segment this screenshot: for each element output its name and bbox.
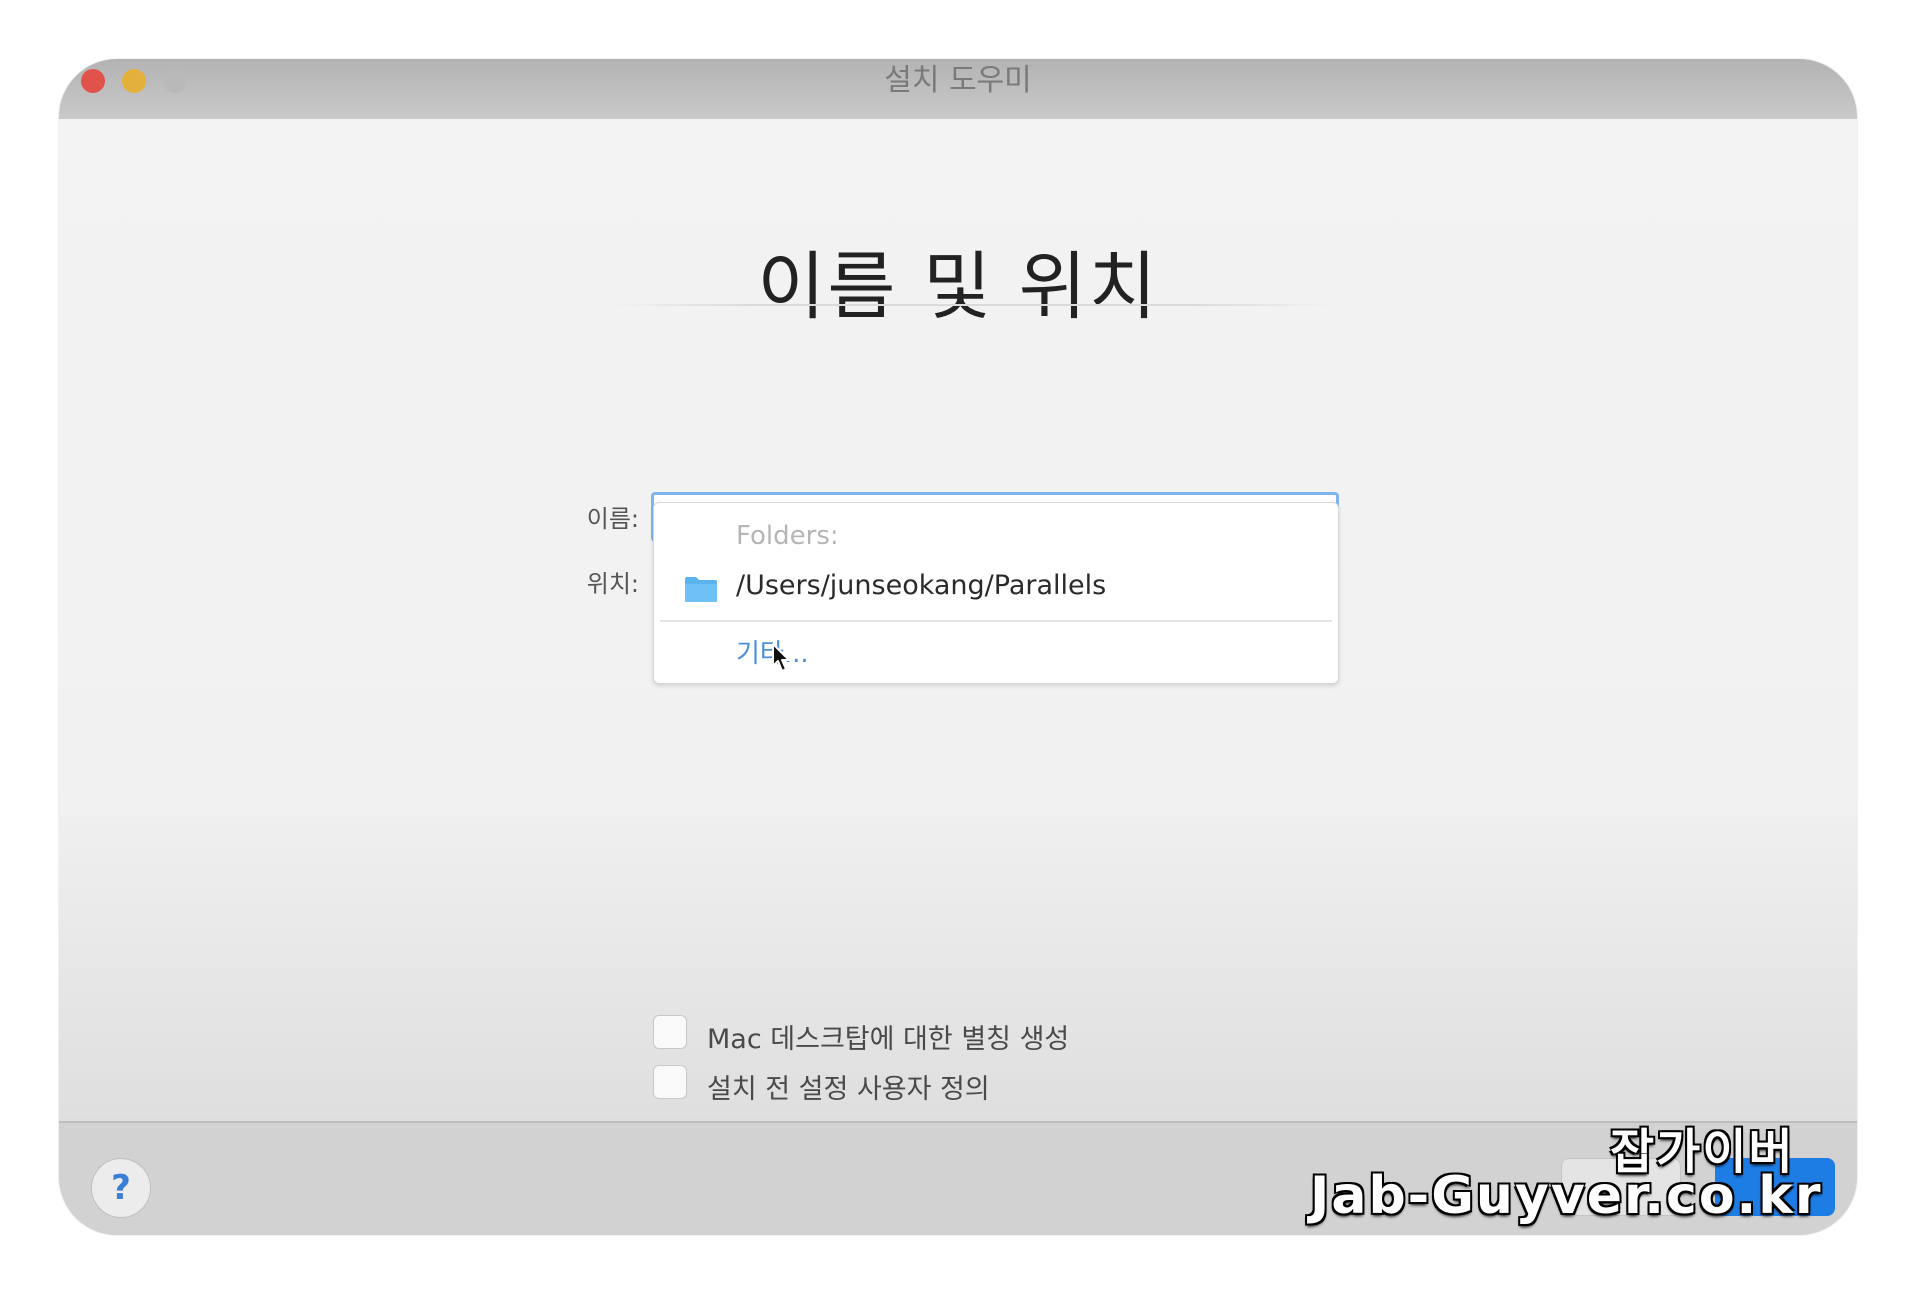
folder-option-label: /Users/junseokang/Parallels — [736, 570, 1107, 601]
watermark-url: Jab-Guyver.co.kr — [1310, 1166, 1823, 1226]
folders-header: Folders: — [736, 521, 839, 551]
title-divider — [607, 304, 1337, 306]
page-title: 이름 및 위치 — [757, 244, 1159, 330]
customize-settings-checkbox[interactable] — [653, 1065, 687, 1099]
title-bar[interactable]: 설치 도우미 — [59, 59, 1857, 119]
installer-window: 설치 도우미 이름 및 위치 이름: 위치: Folders: /Users/j… — [59, 59, 1857, 1235]
mouse-pointer-icon — [772, 643, 790, 672]
folder-option-parallels[interactable]: /Users/junseokang/Parallels — [662, 563, 1322, 609]
name-label: 이름: — [586, 505, 639, 533]
customize-settings-label[interactable]: 설치 전 설정 사용자 정의 — [707, 1067, 990, 1106]
location-label: 위치: — [586, 570, 639, 598]
dropdown-separator — [660, 620, 1332, 622]
create-alias-checkbox[interactable] — [653, 1015, 687, 1049]
help-button[interactable]: ? — [91, 1158, 151, 1218]
location-dropdown-menu: Folders: /Users/junseokang/Parallels 기타.… — [653, 502, 1339, 684]
window-title: 설치 도우미 — [884, 63, 1032, 98]
create-alias-label[interactable]: Mac 데스크탑에 대한 별칭 생성 — [707, 1017, 1069, 1056]
folder-icon — [685, 577, 717, 602]
